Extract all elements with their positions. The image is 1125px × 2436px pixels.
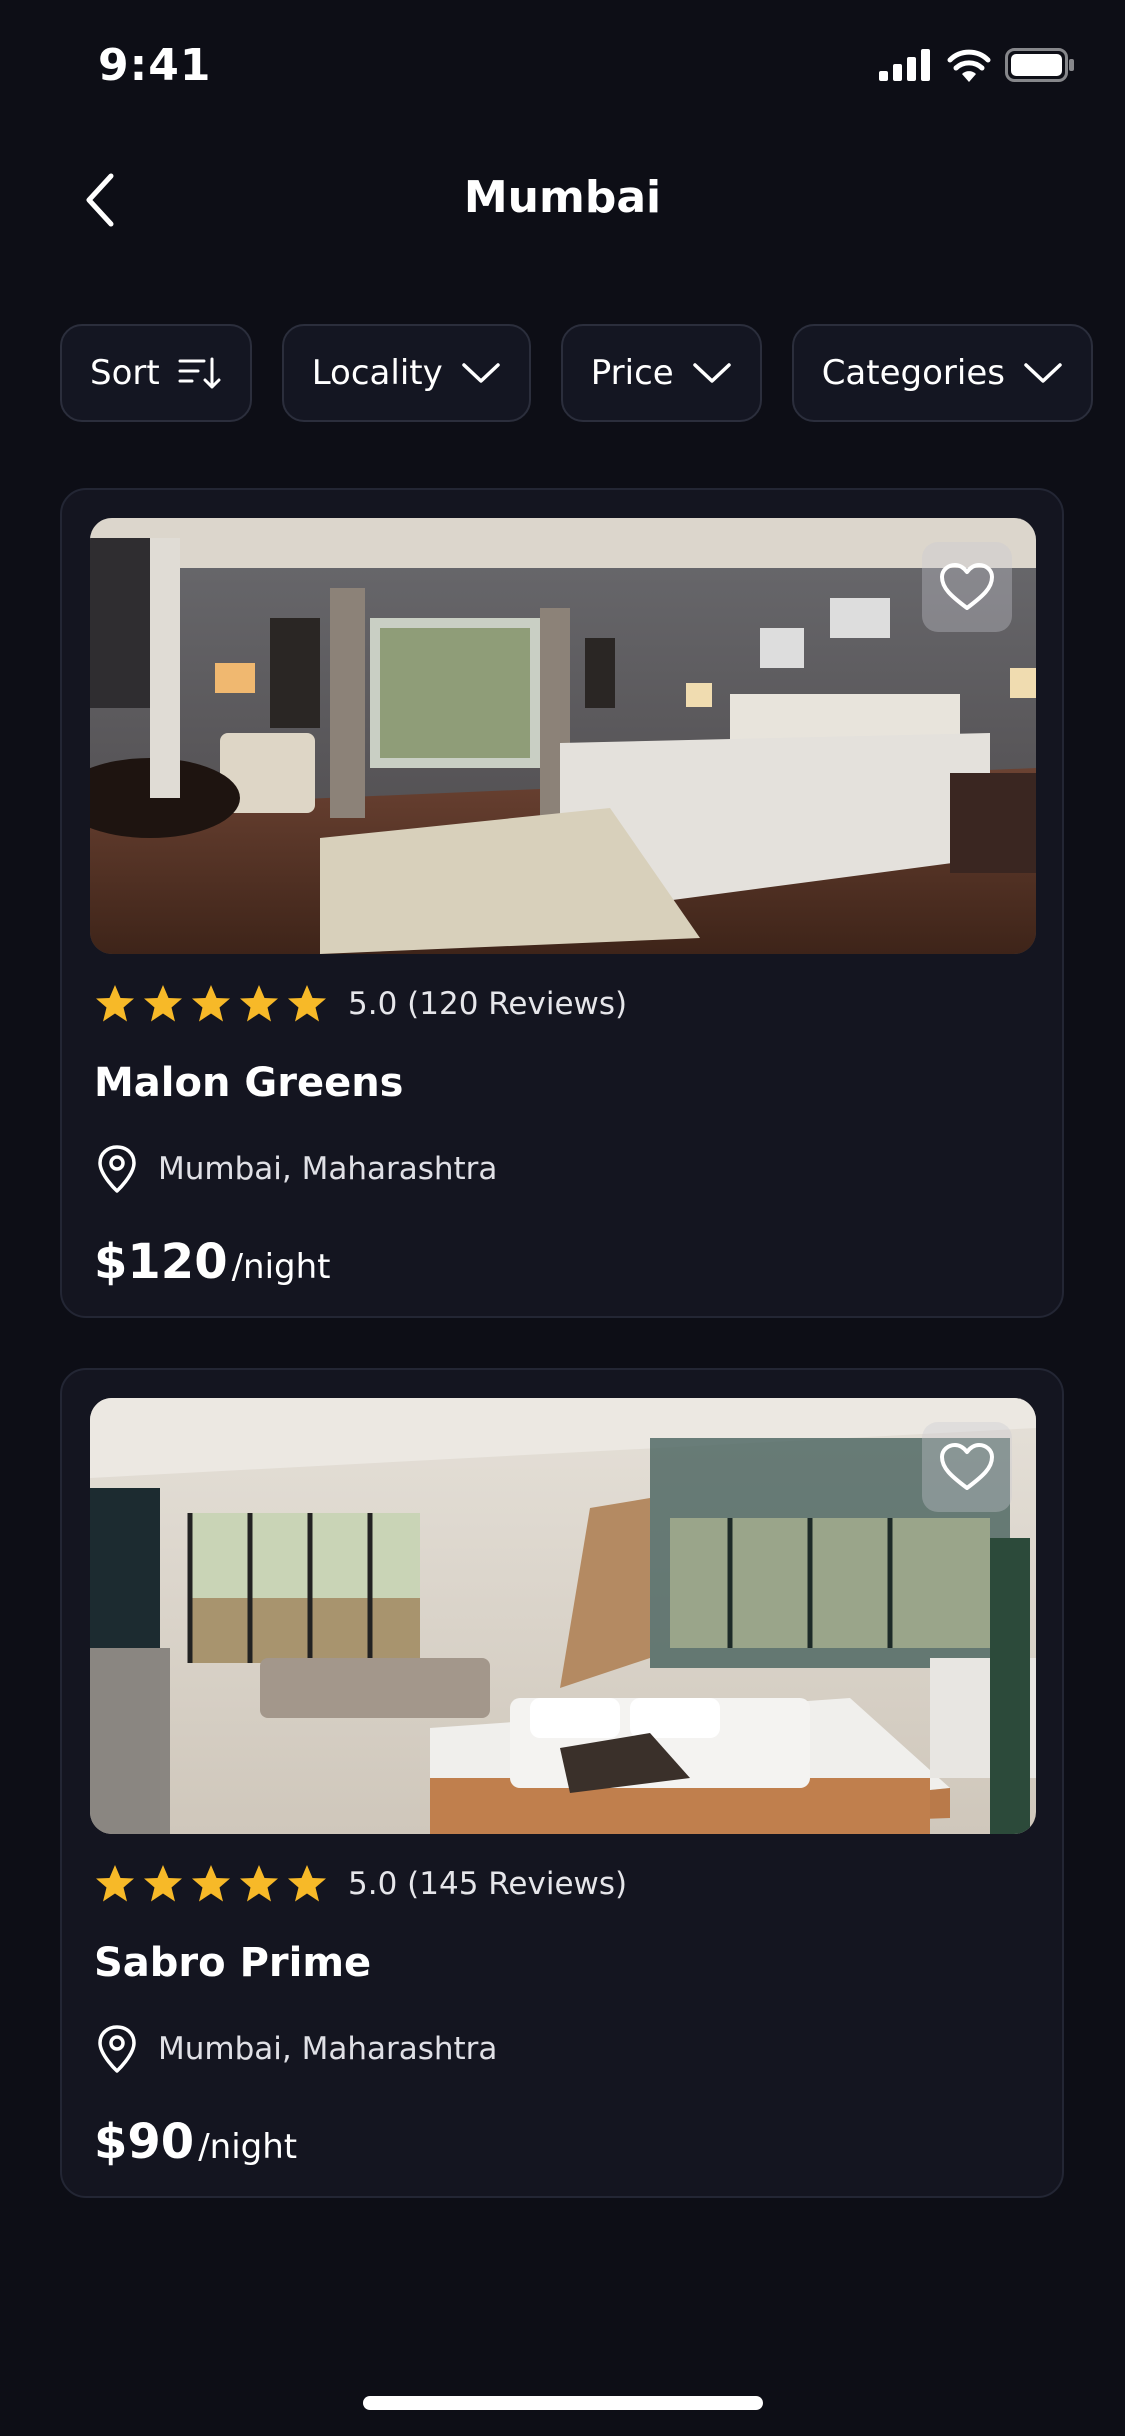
star-icon [144, 985, 182, 1022]
listing-photo [90, 1398, 1036, 1834]
price-value: $90 [94, 2114, 195, 2170]
status-icons [879, 48, 1075, 82]
favorite-button[interactable] [922, 1422, 1012, 1512]
sort-icon [178, 357, 221, 389]
star-icon [96, 1865, 134, 1902]
location-text: Mumbai, Maharashtra [158, 2031, 498, 2067]
hotel-name: Malon Greens [94, 1060, 404, 1106]
star-icon [288, 1865, 326, 1902]
location-row: Mumbai, Maharashtra [94, 1144, 497, 1194]
locality-chip[interactable]: Locality [281, 324, 531, 422]
battery-icon [1005, 48, 1074, 82]
star-icon [192, 985, 230, 1022]
status-bar: 9:41 [0, 0, 1125, 130]
wifi-icon [947, 49, 991, 82]
rating-row: 5.0 (120 Reviews) [94, 984, 627, 1024]
loft-bedroom-photo-image [90, 1398, 1036, 1834]
listing-photo [90, 518, 1036, 954]
location-row: Mumbai, Maharashtra [94, 2024, 497, 2074]
location-text: Mumbai, Maharashtra [158, 1151, 498, 1187]
page-title: Mumbai [463, 172, 662, 223]
price-row: $120 /night [94, 1234, 331, 1290]
status-time: 9:41 [98, 40, 212, 91]
nav-header: Mumbai [0, 150, 1125, 250]
price-value: $120 [94, 1234, 228, 1290]
cellular-signal-icon [879, 49, 930, 81]
price-chip[interactable]: Price [560, 324, 762, 422]
rating-text: 5.0 (120 Reviews) [348, 986, 628, 1022]
chevron-down-icon [1024, 363, 1062, 383]
star-icon [288, 985, 326, 1022]
chevron-down-icon [692, 363, 731, 383]
chevron-down-icon [461, 363, 500, 383]
star-icon [192, 1865, 230, 1902]
sort-chip-label: Sort [90, 353, 160, 393]
favorite-button[interactable] [922, 542, 1012, 632]
listing-card[interactable]: 5.0 (120 Reviews) Malon Greens Mumbai, M… [60, 488, 1064, 1318]
filter-bar: Sort Locality Price Categories [60, 324, 1093, 426]
locality-chip-label: Locality [311, 353, 443, 393]
heart-icon [940, 563, 994, 610]
home-indicator[interactable] [363, 2396, 763, 2410]
price-unit: /night [198, 2127, 298, 2167]
categories-chip[interactable]: Categories [791, 324, 1093, 422]
rating-text: 5.0 (145 Reviews) [348, 1866, 628, 1902]
price-unit: /night [231, 1247, 331, 1287]
star-rating [94, 1864, 328, 1904]
categories-chip-label: Categories [821, 353, 1005, 393]
location-pin-icon [98, 2025, 136, 2073]
star-icon [240, 1865, 278, 1902]
star-icon [240, 985, 278, 1022]
heart-icon [940, 1443, 994, 1490]
star-rating [94, 984, 328, 1024]
bedroom-photo-image [90, 518, 1036, 954]
price-chip-label: Price [590, 353, 674, 393]
listing-card[interactable]: 5.0 (145 Reviews) Sabro Prime Mumbai, Ma… [60, 1368, 1064, 2198]
star-icon [96, 985, 134, 1022]
rating-row: 5.0 (145 Reviews) [94, 1864, 627, 1904]
location-pin-icon [98, 1145, 136, 1193]
price-row: $90 /night [94, 2114, 297, 2170]
star-icon [144, 1865, 182, 1902]
hotel-name: Sabro Prime [94, 1940, 372, 1986]
sort-chip[interactable]: Sort [60, 324, 252, 422]
